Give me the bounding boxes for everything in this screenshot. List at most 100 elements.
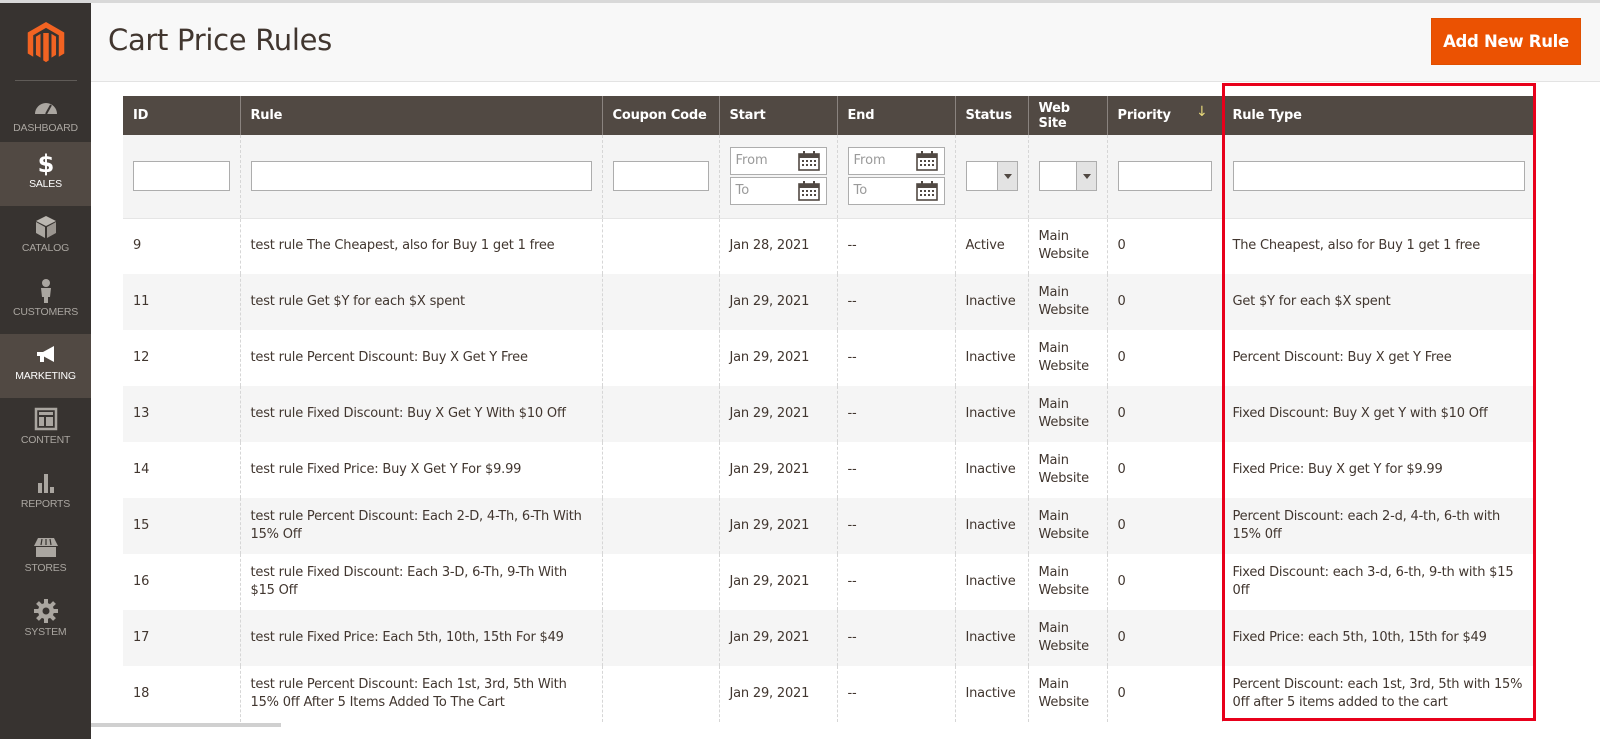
column-header-coupon-code[interactable]: Coupon Code <box>601 96 719 135</box>
cell-id: 9 <box>123 218 240 274</box>
cell-rule-type: Percent Discount: each 1st, 3rd, 5th wit… <box>1221 666 1535 722</box>
sidebar-item-catalog[interactable]: CATALOG <box>0 206 91 270</box>
sidebar-item-marketing[interactable]: MARKETING <box>0 334 91 398</box>
megaphone-icon <box>33 342 59 368</box>
calendar-icon[interactable] <box>797 151 820 172</box>
person-icon <box>33 278 59 304</box>
filter-start-from-input[interactable]: From <box>729 147 827 176</box>
column-header-rule-type[interactable]: Rule Type <box>1221 96 1535 135</box>
svg-text:$: $ <box>37 150 54 176</box>
cell-id: 14 <box>123 442 240 498</box>
cell-rule-type: Fixed Discount: Buy X get Y with $10 Off <box>1221 386 1535 442</box>
cell-status: Inactive <box>954 274 1028 330</box>
sidebar-item-label: MARKETING <box>15 370 76 382</box>
filter-priority-input[interactable] <box>1117 161 1212 192</box>
column-header-start[interactable]: Start <box>718 96 837 135</box>
cell-end: -- <box>836 218 955 274</box>
horizontal-scrollbar[interactable] <box>91 723 281 727</box>
filter-end-from-placeholder: From <box>853 153 886 169</box>
column-header-status[interactable]: Status <box>954 96 1028 135</box>
cell-coupon <box>601 498 719 554</box>
cell-website: Main Website <box>1027 442 1107 498</box>
column-header-id[interactable]: ID <box>123 96 240 135</box>
filter-website-select[interactable] <box>1038 161 1097 192</box>
cell-website: Main Website <box>1027 554 1107 610</box>
cell-end: -- <box>836 386 955 442</box>
filter-cell-coupon <box>601 135 719 219</box>
chevron-down-icon[interactable] <box>1075 162 1096 191</box>
cell-id: 17 <box>123 610 240 666</box>
cell-priority: 0 <box>1106 386 1222 442</box>
cell-rule-type: Fixed Price: each 5th, 10th, 15th for $4… <box>1221 610 1535 666</box>
cell-end: -- <box>836 330 955 386</box>
cell-status: Inactive <box>954 666 1028 722</box>
table-row[interactable]: 18 test rule Percent Discount: Each 1st, … <box>123 666 1535 722</box>
filter-cell-start: From To <box>718 135 837 219</box>
cell-id: 18 <box>123 666 240 722</box>
cell-website: Main Website <box>1027 610 1107 666</box>
table-row[interactable]: 13 test rule Fixed Discount: Buy X Get Y … <box>123 386 1535 442</box>
cell-end: -- <box>836 610 955 666</box>
table-row[interactable]: 15 test rule Percent Discount: Each 2-D, … <box>123 498 1535 554</box>
calendar-icon[interactable] <box>915 181 938 202</box>
cell-rule-type: The Cheapest, also for Buy 1 get 1 free <box>1221 218 1535 274</box>
filter-coupon-code-input[interactable] <box>612 161 709 192</box>
page-header: Cart Price Rules Add New Rule <box>91 3 1600 82</box>
column-header-priority-label: Priority <box>1117 108 1171 123</box>
table-row[interactable]: 9 test rule The Cheapest, also for Buy 1 … <box>123 218 1535 274</box>
cell-status: Inactive <box>954 330 1028 386</box>
table-row[interactable]: 12 test rule Percent Discount: Buy X Get … <box>123 330 1535 386</box>
filter-status-select[interactable] <box>965 161 1018 192</box>
filter-rule-input[interactable] <box>250 161 592 192</box>
cell-start: Jan 28, 2021 <box>718 218 837 274</box>
sort-descending-icon: ↓ <box>1195 104 1208 120</box>
filter-id-input[interactable] <box>133 161 230 192</box>
cell-start: Jan 29, 2021 <box>718 498 837 554</box>
cell-end: -- <box>836 498 955 554</box>
filter-rule-type-input[interactable] <box>1232 161 1525 192</box>
cell-website: Main Website <box>1027 666 1107 722</box>
cell-end: -- <box>836 442 955 498</box>
sidebar-item-customers[interactable]: CUSTOMERS <box>0 270 91 334</box>
column-header-web-site[interactable]: Web Site <box>1027 96 1107 135</box>
table-row[interactable]: 16 test rule Fixed Discount: Each 3-D, 6-… <box>123 554 1535 610</box>
cell-priority: 0 <box>1106 218 1222 274</box>
filter-cell-id <box>123 135 240 219</box>
sidebar-item-stores[interactable]: STORES <box>0 526 91 590</box>
cell-rule-type: Percent Discount: Buy X get Y Free <box>1221 330 1535 386</box>
table-row[interactable]: 11 test rule Get $Y for each $X spent Jan … <box>123 274 1535 330</box>
cell-website: Main Website <box>1027 498 1107 554</box>
calendar-icon[interactable] <box>797 181 820 202</box>
sidebar-item-reports[interactable]: REPORTS <box>0 462 91 526</box>
filter-end-to-input[interactable]: To <box>847 177 945 206</box>
cell-rule-type: Get $Y for each $X spent <box>1221 274 1535 330</box>
box-icon <box>33 214 59 240</box>
sidebar-item-content[interactable]: CONTENT <box>0 398 91 462</box>
table-row[interactable]: 17 test rule Fixed Price: Each 5th, 10th,… <box>123 610 1535 666</box>
column-header-end[interactable]: End <box>836 96 955 135</box>
filter-end-from-input[interactable]: From <box>847 147 945 176</box>
calendar-icon[interactable] <box>915 151 938 172</box>
sidebar-item-sales[interactable]: $ SALES <box>0 142 91 206</box>
sidebar-item-dashboard[interactable]: DASHBOARD <box>0 86 91 150</box>
cell-priority: 0 <box>1106 442 1222 498</box>
filter-cell-rule-type <box>1221 135 1535 219</box>
column-header-priority[interactable]: Priority ↓ <box>1106 96 1222 135</box>
filter-start-to-input[interactable]: To <box>729 177 827 206</box>
cell-rule-type: Fixed Discount: each 3-d, 6-th, 9-th wit… <box>1221 554 1535 610</box>
dashboard-icon <box>33 94 59 120</box>
cell-rule: test rule Get $Y for each $X spent <box>239 274 602 330</box>
column-header-rule[interactable]: Rule <box>239 96 602 135</box>
table-row[interactable]: 14 test rule Fixed Price: Buy X Get Y For… <box>123 442 1535 498</box>
cell-website: Main Website <box>1027 274 1107 330</box>
cell-rule: test rule Fixed Discount: Buy X Get Y Wi… <box>239 386 602 442</box>
filter-start-to-placeholder: To <box>735 183 750 199</box>
cell-rule: test rule Fixed Discount: Each 3-D, 6-Th… <box>239 554 602 610</box>
chevron-down-icon[interactable] <box>996 162 1017 191</box>
sidebar-item-label: STORES <box>24 562 67 574</box>
top-strip <box>0 0 1600 3</box>
add-new-rule-button[interactable]: Add New Rule <box>1431 18 1581 65</box>
filter-cell-priority <box>1106 135 1222 219</box>
sidebar-item-system[interactable]: SYSTEM <box>0 590 91 654</box>
magento-logo[interactable] <box>26 22 66 64</box>
